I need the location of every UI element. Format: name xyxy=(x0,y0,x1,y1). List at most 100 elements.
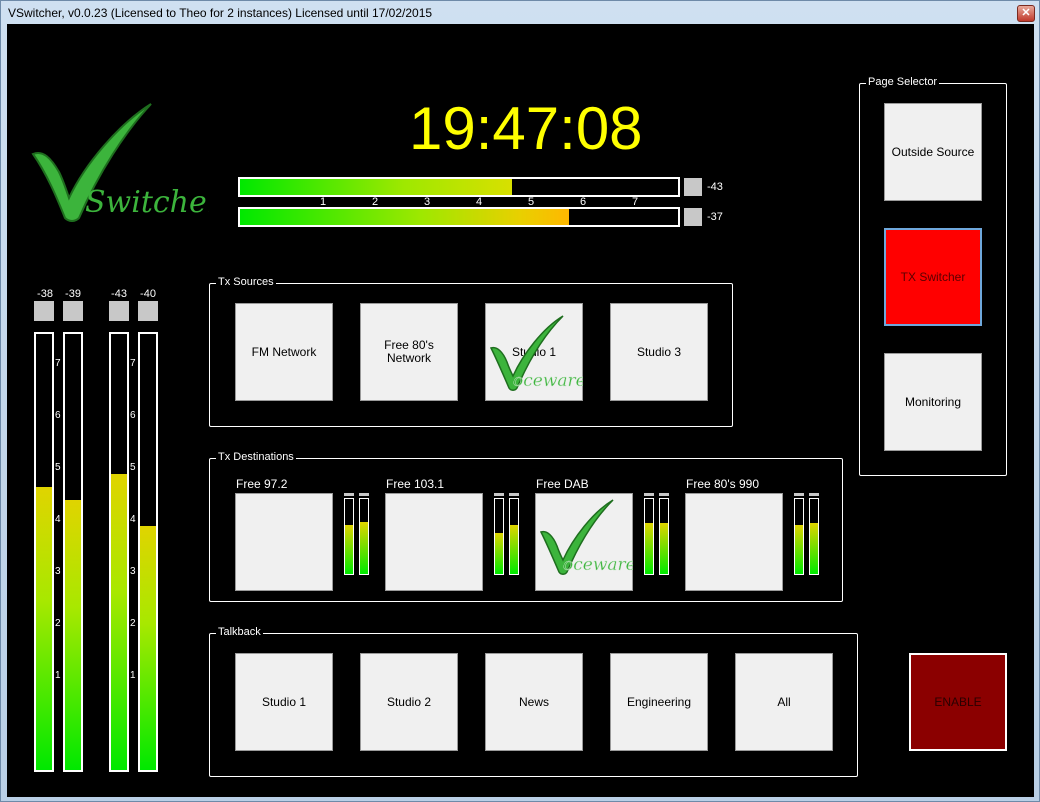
vu-meter xyxy=(138,332,158,772)
destination-button-free-103-1[interactable] xyxy=(385,493,483,591)
vu-peak-indicator xyxy=(63,301,83,321)
source-button-studio-1[interactable]: Studio 1 xyxy=(485,303,583,401)
meter-scale-label: 5 xyxy=(528,196,535,208)
mini-meter xyxy=(644,498,654,575)
vu-scale-label: 4 xyxy=(55,514,61,525)
vu-scale-label: 4 xyxy=(130,514,136,525)
vu-meter xyxy=(63,332,83,772)
meter-fill xyxy=(240,209,569,225)
talkback-button-news[interactable]: News xyxy=(485,653,583,751)
source-button-studio-3[interactable]: Studio 3 xyxy=(610,303,708,401)
vu-fill xyxy=(140,525,156,770)
group-label: Tx Destinations xyxy=(216,451,296,463)
group-label: Talkback xyxy=(216,626,263,638)
meter-scale-label: 6 xyxy=(580,196,587,208)
destination-label: Free 80's 990 xyxy=(686,477,760,491)
destination-button-free-dab[interactable] xyxy=(535,493,633,591)
mini-meter-fill xyxy=(495,532,503,574)
mini-meter xyxy=(794,498,804,575)
page-button-outside-source[interactable]: Outside Source xyxy=(884,103,982,201)
vu-scale-label: 5 xyxy=(130,462,136,473)
window-title: VSwitcher, v0.0.23 (Licensed to Theo for… xyxy=(8,6,433,20)
destination-button-free-80s-990[interactable] xyxy=(685,493,783,591)
meter-peak-indicator xyxy=(684,178,702,196)
talkback-button-engineering[interactable]: Engineering xyxy=(610,653,708,751)
group-label: Page Selector xyxy=(866,76,940,88)
destination-label: Free 103.1 xyxy=(386,477,445,491)
stereo-meter-right xyxy=(238,207,680,227)
mini-meter xyxy=(494,498,504,575)
mini-meter xyxy=(509,498,519,575)
mini-meter xyxy=(359,498,369,575)
mini-meter-peak xyxy=(809,493,819,496)
close-button[interactable]: ✕ xyxy=(1017,5,1035,22)
meter-scale-label: 7 xyxy=(632,196,639,208)
destination-label: Free DAB xyxy=(536,477,589,491)
meter-scale-label: 3 xyxy=(424,196,431,208)
source-button-free-80s[interactable]: Free 80's Network xyxy=(360,303,458,401)
title-bar: VSwitcher, v0.0.23 (Licensed to Theo for… xyxy=(1,1,1039,25)
meter-scale-label: 4 xyxy=(476,196,483,208)
main-panel: Switcher 19:47:08 -43 -37 1 2 3 4 5 6 7 … xyxy=(7,24,1034,797)
vu-scale-label: 2 xyxy=(130,618,136,629)
talkback-button-all[interactable]: All xyxy=(735,653,833,751)
logo-text: Switcher xyxy=(85,185,209,220)
vu-scale-label: 2 xyxy=(55,618,61,629)
page-button-monitoring[interactable]: Monitoring xyxy=(884,353,982,451)
vu-meter xyxy=(34,332,54,772)
meter-value: -37 xyxy=(707,211,723,223)
vu-peak-indicator xyxy=(109,301,129,321)
vu-peak-indicator xyxy=(34,301,54,321)
mini-meter-peak xyxy=(659,493,669,496)
page-button-tx-switcher[interactable]: TX Switcher xyxy=(884,228,982,326)
vu-value: -40 xyxy=(140,288,156,300)
vu-scale-label: 5 xyxy=(55,462,61,473)
meter-scale-label: 2 xyxy=(372,196,379,208)
meter-value: -43 xyxy=(707,181,723,193)
app-window: VSwitcher, v0.0.23 (Licensed to Theo for… xyxy=(0,0,1040,802)
vu-value: -43 xyxy=(111,288,127,300)
vu-fill xyxy=(36,486,52,770)
mini-meter-peak xyxy=(494,493,504,496)
vu-value: -38 xyxy=(37,288,53,300)
vu-scale-label: 7 xyxy=(130,358,136,369)
vu-scale-label: 7 xyxy=(55,358,61,369)
mini-meter-peak xyxy=(359,493,369,496)
mini-meter-fill xyxy=(795,525,803,574)
mini-meter-peak xyxy=(644,493,654,496)
source-button-fm-network[interactable]: FM Network xyxy=(235,303,333,401)
vu-scale-label: 1 xyxy=(130,670,136,681)
destination-label: Free 97.2 xyxy=(236,477,288,491)
vu-fill xyxy=(111,473,127,770)
mini-meter-fill xyxy=(510,525,518,574)
vu-scale-label: 6 xyxy=(130,410,136,421)
mini-meter-fill xyxy=(810,523,818,574)
talkback-button-studio-1[interactable]: Studio 1 xyxy=(235,653,333,751)
vu-value: -39 xyxy=(65,288,81,300)
vu-peak-indicator xyxy=(138,301,158,321)
mini-meter-fill xyxy=(345,525,353,574)
mini-meter xyxy=(659,498,669,575)
vu-meter xyxy=(109,332,129,772)
mini-meter-peak xyxy=(509,493,519,496)
mini-meter-peak xyxy=(344,493,354,496)
mini-meter xyxy=(344,498,354,575)
destination-button-free-97-2[interactable] xyxy=(235,493,333,591)
vu-scale-label: 3 xyxy=(130,566,136,577)
enable-button[interactable]: ENABLE xyxy=(909,653,1007,751)
mini-meter xyxy=(809,498,819,575)
clock-display: 19:47:08 xyxy=(409,95,643,162)
vu-scale-label: 1 xyxy=(55,670,61,681)
stereo-meter-left xyxy=(238,177,680,197)
vu-scale-label: 3 xyxy=(55,566,61,577)
mini-meter-fill xyxy=(360,521,368,574)
meter-scale-label: 1 xyxy=(320,196,327,208)
meter-fill xyxy=(240,179,512,195)
talkback-button-studio-2[interactable]: Studio 2 xyxy=(360,653,458,751)
group-label: Tx Sources xyxy=(216,276,276,288)
vu-scale-label: 6 xyxy=(55,410,61,421)
vu-fill xyxy=(65,499,81,770)
mini-meter-fill xyxy=(660,523,668,574)
mini-meter-peak xyxy=(794,493,804,496)
mini-meter-fill xyxy=(645,523,653,574)
